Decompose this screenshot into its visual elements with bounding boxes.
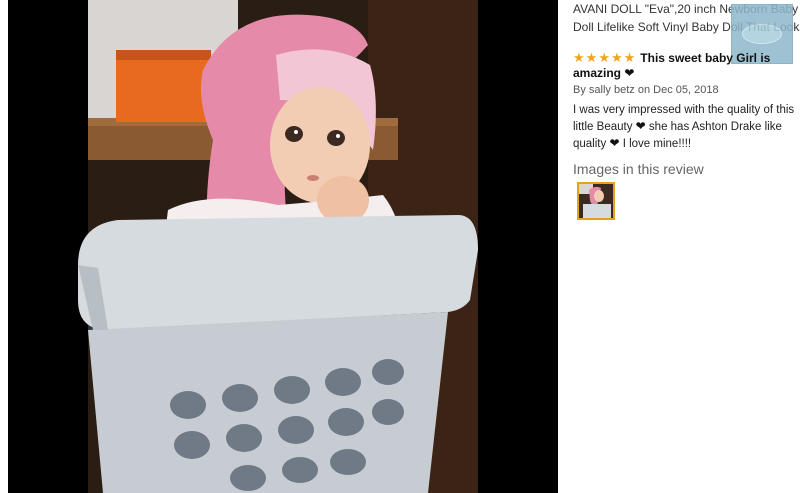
star-icon: ★ — [573, 51, 585, 66]
logo-mark-icon — [742, 24, 782, 44]
star-icon: ★ — [623, 51, 636, 66]
review-date: Dec 05, 2018 — [653, 84, 719, 96]
review-author[interactable]: sally betz — [589, 84, 635, 96]
star-icon: ★ — [610, 51, 623, 66]
left-margin — [0, 0, 8, 493]
star-icon: ★ — [598, 51, 610, 66]
review-byline: By sally betz on Dec 05, 2018 — [573, 83, 719, 97]
review-body: I was very impressed with the quality of… — [573, 102, 795, 152]
review-headline-continued: amazing ❤ — [573, 66, 634, 81]
review-body-line-2b: she has Ashton Drake like — [648, 121, 782, 133]
review-body-line-2a: little Beauty — [573, 121, 633, 133]
images-in-review-heading: Images in this review — [573, 161, 704, 177]
star-icon: ★ — [585, 51, 598, 66]
review-rating-row: ★ ★ ★ ★ ★ This sweet baby Girl is — [573, 51, 793, 66]
date-prefix: on — [637, 84, 651, 96]
heart-icon: ❤ — [624, 66, 635, 80]
review-body-line-1: I was very impressed with the quality of… — [573, 104, 795, 116]
heart-icon: ❤ — [609, 136, 620, 150]
review-body-line-3b: I love mine!!!! — [622, 138, 692, 150]
review-image-thumbnail[interactable] — [577, 182, 615, 220]
review-body-line-3a: quality — [573, 138, 607, 150]
byline-prefix: By — [573, 84, 586, 96]
review-photo-large[interactable] — [8, 0, 558, 493]
star-rating: ★ ★ ★ ★ ★ — [573, 52, 635, 66]
review-headline-part2: amazing — [573, 66, 622, 80]
heart-icon: ❤ — [635, 119, 646, 133]
review-headline: This sweet baby Girl is — [640, 51, 771, 65]
